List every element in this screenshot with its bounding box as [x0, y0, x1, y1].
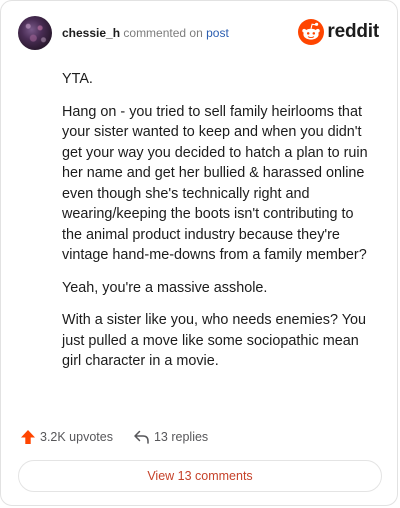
upvote-arrow-icon — [20, 429, 40, 445]
commented-on-text: commented on — [123, 26, 203, 40]
upvote-count: 3.2K upvotes — [40, 430, 113, 444]
avatar[interactable] — [18, 16, 52, 50]
reddit-logo-icon — [298, 19, 325, 45]
reddit-brand[interactable]: reddit — [298, 19, 379, 45]
comment-paragraph: With a sister like you, who needs enemie… — [62, 312, 366, 369]
view-comments-button[interactable]: View 13 comments — [18, 460, 382, 492]
comment-body: YTA. Hang on - you tried to sell family … — [62, 69, 372, 384]
comment-paragraph: Hang on - you tried to sell family heirl… — [62, 103, 368, 264]
comment-paragraph: YTA. — [62, 71, 93, 87]
comment-actions: 3.2K upvotes 13 replies — [20, 427, 208, 447]
reddit-wordmark: reddit — [327, 21, 379, 42]
reply-arrow-icon — [133, 429, 154, 445]
comment-paragraph: Yeah, you're a massive asshole. — [62, 279, 268, 296]
post-link[interactable]: post — [206, 26, 229, 40]
comment-card: chessie_h commented on post reddit YTA. … — [0, 0, 398, 506]
comment-header: chessie_h commented on post reddit — [18, 16, 383, 54]
upvote-button[interactable]: 3.2K upvotes — [20, 429, 113, 445]
reply-count: 13 replies — [153, 430, 209, 444]
replies-button[interactable]: 13 replies — [133, 429, 208, 445]
comment-meta: chessie_h commented on post — [62, 26, 229, 40]
username-link[interactable]: chessie_h — [62, 26, 120, 40]
